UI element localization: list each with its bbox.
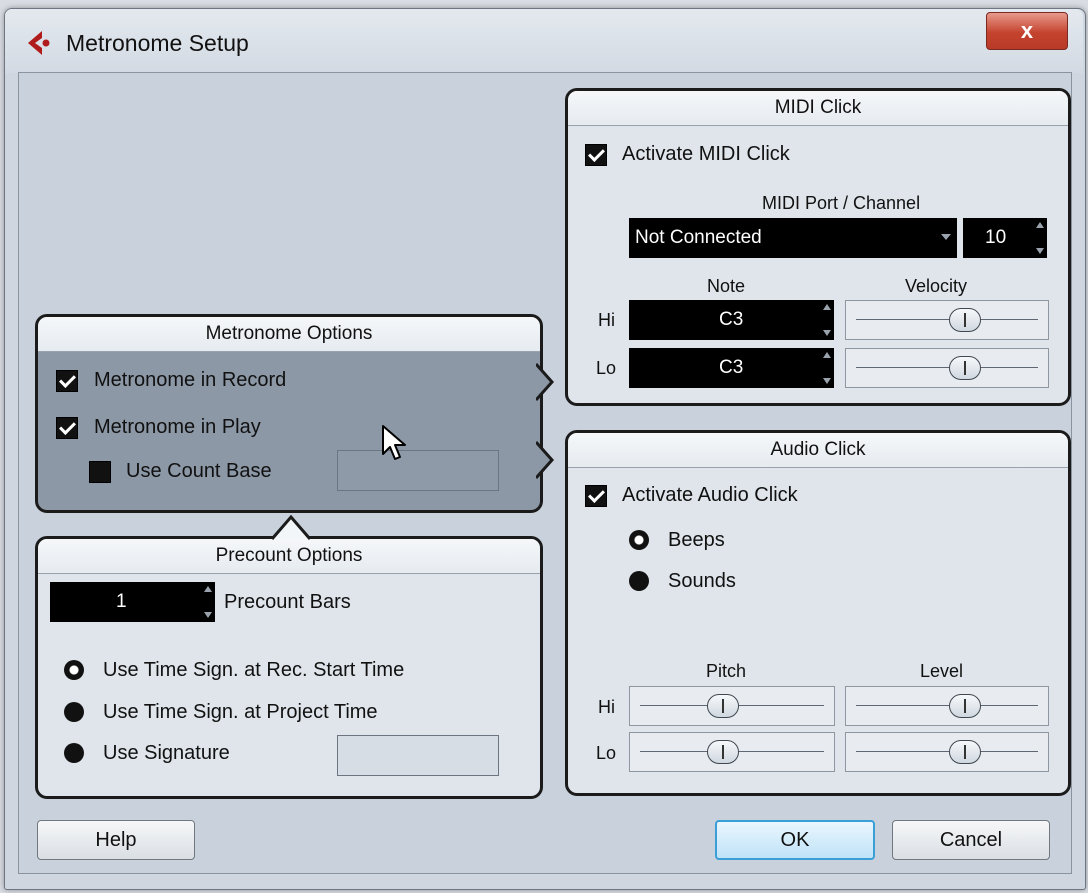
precount-bars-stepper[interactable]: 1: [50, 582, 215, 622]
midi-hi-note-stepper[interactable]: C3: [629, 300, 834, 340]
close-icon: x: [1020, 18, 1034, 43]
spinner-arrows-icon: [203, 584, 213, 620]
use-signature-radio[interactable]: [64, 743, 84, 763]
audio-lo-level-slider[interactable]: [845, 732, 1049, 772]
metronome-in-play-label: Metronome in Play: [94, 416, 261, 438]
slider-track: [856, 705, 1038, 706]
cancel-button[interactable]: Cancel: [892, 820, 1050, 860]
audio-hi-label: Hi: [598, 697, 615, 717]
precount-options-title: Precount Options: [38, 539, 540, 574]
midi-lo-note-stepper[interactable]: C3: [629, 348, 834, 388]
midi-lo-velocity-slider[interactable]: [845, 348, 1049, 388]
level-label: Level: [920, 661, 964, 681]
midi-hi-velocity-slider[interactable]: [845, 300, 1049, 340]
activate-midi-click-checkbox[interactable]: [585, 144, 607, 166]
midi-lo-note-value: C3: [719, 357, 744, 378]
slider-thumb[interactable]: [949, 356, 981, 380]
midi-channel-value: 10: [985, 227, 1007, 248]
metronome-in-record-checkbox[interactable]: [56, 370, 78, 392]
mouse-cursor-icon: [382, 425, 406, 460]
beeps-radio[interactable]: [629, 530, 649, 550]
audio-lo-pitch-slider[interactable]: [629, 732, 835, 772]
midi-port-channel-label: MIDI Port / Channel: [762, 193, 921, 213]
activate-audio-click-checkbox[interactable]: [585, 485, 607, 507]
note-label: Note: [707, 276, 746, 296]
time-sign-rec-start-label: Use Time Sign. at Rec. Start Time: [103, 659, 405, 681]
midi-port-value: Not Connected: [635, 227, 762, 248]
slider-thumb[interactable]: [949, 694, 981, 718]
audio-lo-label: Lo: [596, 743, 617, 763]
slider-thumb[interactable]: [707, 694, 739, 718]
spinner-arrows-icon: [822, 302, 832, 338]
precount-bars-value: 1: [116, 591, 127, 612]
activate-midi-click-label: Activate MIDI Click: [622, 143, 790, 165]
time-sign-project-radio[interactable]: [64, 702, 84, 722]
use-count-base-label: Use Count Base: [126, 460, 272, 482]
spinner-arrows-icon: [822, 350, 832, 386]
help-button[interactable]: Help: [37, 820, 195, 860]
slider-track: [856, 319, 1038, 320]
midi-port-dropdown[interactable]: Not Connected: [629, 218, 957, 258]
audio-hi-pitch-slider[interactable]: [629, 686, 835, 726]
precount-bars-label: Precount Bars: [224, 591, 351, 613]
pitch-label: Pitch: [706, 661, 747, 681]
sounds-radio[interactable]: [629, 571, 649, 591]
slider-thumb[interactable]: [949, 740, 981, 764]
beeps-label: Beeps: [668, 529, 725, 551]
slider-thumb[interactable]: [949, 308, 981, 332]
midi-hi-note-value: C3: [719, 309, 744, 330]
sounds-label: Sounds: [668, 570, 736, 592]
audio-hi-level-slider[interactable]: [845, 686, 1049, 726]
midi-lo-label: Lo: [596, 358, 617, 378]
time-sign-project-label: Use Time Sign. at Project Time: [103, 701, 378, 723]
chevron-down-icon: [941, 234, 951, 240]
signature-field: [337, 735, 499, 776]
velocity-label: Velocity: [905, 276, 968, 296]
cubase-logo-icon: [28, 31, 50, 55]
slider-track: [856, 751, 1038, 752]
ok-button[interactable]: OK: [715, 820, 875, 860]
use-count-base-checkbox[interactable]: [89, 461, 111, 483]
close-button[interactable]: x: [986, 12, 1068, 50]
midi-channel-stepper[interactable]: 10: [963, 218, 1047, 258]
midi-click-title: MIDI Click: [568, 91, 1068, 126]
slider-track: [856, 367, 1038, 368]
count-base-field: [337, 450, 499, 491]
metronome-in-record-label: Metronome in Record: [94, 369, 287, 391]
metronome-in-play-checkbox[interactable]: [56, 417, 78, 439]
metronome-options-title: Metronome Options: [38, 317, 540, 352]
audio-click-title: Audio Click: [568, 433, 1068, 468]
panel-connector-arrow: [270, 514, 312, 540]
activate-audio-click-label: Activate Audio Click: [622, 484, 798, 506]
midi-hi-label: Hi: [598, 310, 615, 330]
use-signature-label: Use Signature: [103, 742, 230, 764]
spinner-arrows-icon: [1035, 220, 1045, 256]
window-title: Metronome Setup: [66, 30, 249, 56]
time-sign-rec-start-radio[interactable]: [64, 660, 84, 680]
slider-thumb[interactable]: [707, 740, 739, 764]
